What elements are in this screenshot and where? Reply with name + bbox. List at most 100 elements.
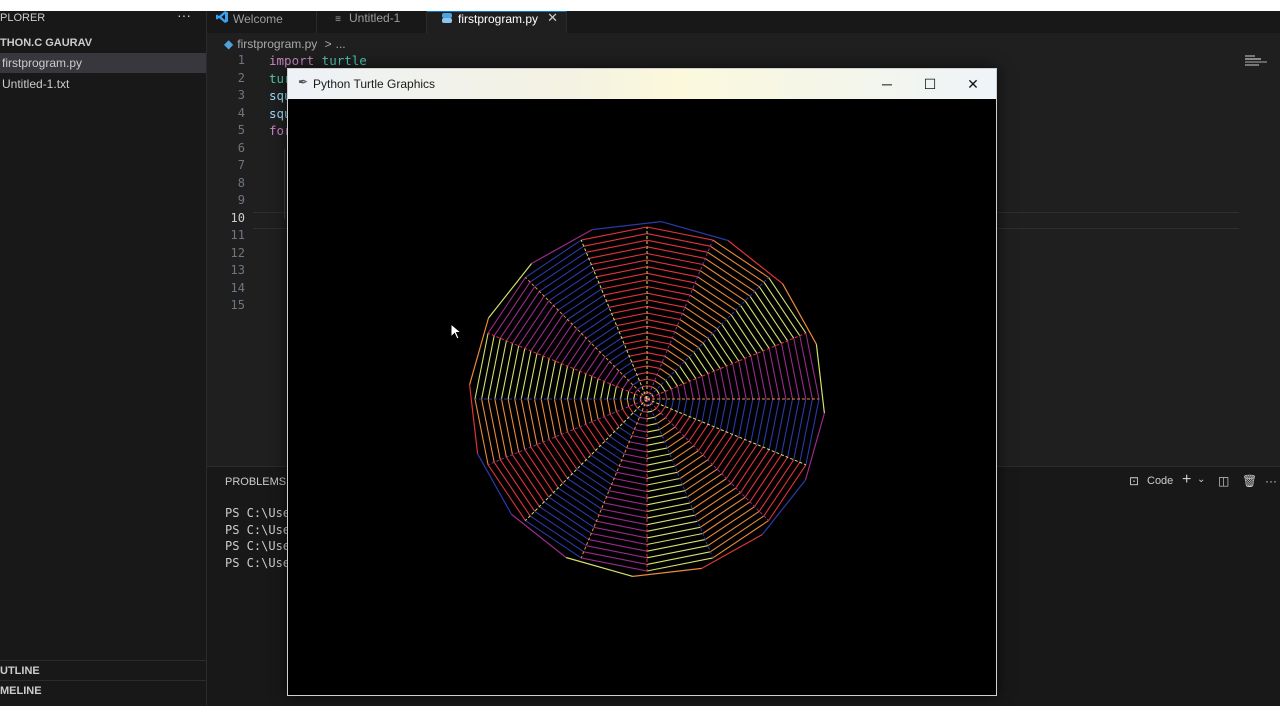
turtle-stroke (702, 429, 721, 456)
tab-welcome[interactable]: Welcome (207, 11, 317, 33)
turtle-radial-stroke (525, 277, 648, 400)
turtle-stroke (591, 421, 606, 442)
turtle-stroke (787, 398, 800, 458)
turtle-stroke (646, 557, 713, 572)
turtle-stroke (613, 477, 648, 486)
turtle-outline-stroke (469, 317, 490, 385)
turtle-stroke (623, 421, 635, 431)
chevron-down-icon[interactable]: ⌄ (1197, 474, 1205, 485)
turtle-stroke (658, 398, 661, 405)
turtle-stroke (709, 515, 765, 553)
timeline-section[interactable]: MELINE (0, 680, 206, 701)
turtle-stroke (669, 411, 679, 423)
turtle-canvas[interactable] (290, 100, 992, 691)
ellipsis-icon[interactable]: ··· (177, 11, 191, 22)
trash-icon[interactable]: 🗑 (1242, 474, 1257, 488)
turtle-stroke (606, 292, 648, 302)
line-number: 11 (230, 228, 245, 242)
breadcrumb-rest[interactable]: ... (336, 37, 346, 51)
turtle-stroke (725, 365, 734, 400)
turtle-stroke (699, 496, 746, 528)
turtle-radial-stroke (646, 398, 769, 521)
vscode-window: PLORER ··· THON.C GAURAV firstprogram.py… (0, 11, 1280, 706)
turtle-stroke (536, 314, 564, 354)
tab-firstprogram[interactable]: firstprogram.py ✕ (427, 11, 567, 33)
turtle-stroke (658, 393, 661, 400)
turtle-stroke (646, 502, 691, 513)
turtle-stroke (581, 226, 648, 241)
explorer-sidebar: PLORER ··· THON.C GAURAV firstprogram.py… (0, 11, 207, 706)
turtle-stroke (586, 398, 593, 422)
turtle-stroke (626, 447, 648, 453)
turtle-stroke (763, 281, 801, 337)
minimap[interactable] (1245, 54, 1275, 68)
turtle-outline-stroke (511, 513, 567, 558)
turtle-stroke (659, 367, 671, 377)
turtle-stroke (646, 465, 675, 473)
close-icon[interactable]: ✕ (547, 11, 558, 25)
explorer-title: PLORER (0, 12, 46, 24)
breadcrumb-file[interactable]: firstprogram.py (237, 37, 317, 51)
turtle-stroke (622, 379, 629, 390)
turtle-stroke (613, 355, 630, 367)
turtle-stroke (655, 403, 660, 409)
maximize-icon[interactable]: ☐ (915, 73, 945, 95)
code-line-1[interactable]: import turtle (269, 52, 367, 69)
file-item-firstprogram[interactable]: firstprogram.py (0, 53, 206, 73)
turtle-stroke (611, 305, 648, 314)
turtle-stroke (474, 398, 489, 465)
turtle-stroke (493, 461, 531, 517)
turtle-stroke (585, 423, 601, 447)
turtle-titlebar[interactable]: ✒ Python Turtle Graphics ─ ☐ ✕ (288, 69, 996, 99)
line-number: 8 (237, 175, 245, 190)
turtle-stroke (707, 398, 714, 425)
turtle-stroke (768, 464, 807, 521)
turtle-stroke (646, 410, 653, 413)
ellipsis-icon[interactable]: ··· (1265, 474, 1277, 488)
turtle-stroke (654, 380, 662, 386)
turtle-stroke (518, 451, 550, 498)
turtle-stroke (651, 386, 657, 391)
turtle-stroke (533, 398, 544, 443)
turtle-stroke (585, 319, 615, 339)
outline-section[interactable]: UTLINE (0, 660, 206, 681)
turtle-stroke (629, 441, 648, 446)
minimize-icon[interactable]: ─ (872, 73, 902, 95)
panel-tab-problems[interactable]: PROBLEMS (225, 476, 286, 488)
add-terminal-icon[interactable]: + (1182, 471, 1191, 489)
tab-untitled[interactable]: ≡ Untitled-1 (317, 11, 427, 33)
file-item-untitled[interactable]: Untitled-1.txt (0, 74, 206, 94)
turtle-stroke (740, 305, 770, 349)
turtle-stroke (548, 270, 595, 302)
turtle-stroke (701, 376, 708, 400)
turtle-stroke (682, 312, 713, 334)
turtle-stroke (609, 413, 620, 428)
line-number: 3 (237, 88, 245, 102)
turtle-radial-stroke (646, 277, 769, 400)
turtle-stroke (654, 412, 662, 418)
turtle-stroke (624, 453, 648, 460)
terminal-name[interactable]: Code (1147, 475, 1173, 487)
turtle-stroke (651, 407, 657, 412)
turtle-stroke (637, 407, 643, 412)
turtle-stroke (588, 246, 648, 259)
workspace-folder[interactable]: THON.C GAURAV (0, 37, 92, 49)
turtle-graphics-window[interactable]: ✒ Python Turtle Graphics ─ ☐ ✕ (287, 68, 997, 696)
close-icon[interactable]: ✕ (958, 73, 988, 95)
turtle-stroke (627, 417, 638, 424)
turtle-stroke (530, 446, 559, 489)
turtle-stroke (660, 384, 666, 392)
turtle-stroke (749, 295, 782, 344)
turtle-stroke (591, 532, 648, 546)
turtle-stroke (580, 398, 587, 425)
split-terminal-icon[interactable]: ◫ (1218, 474, 1229, 488)
turtle-stroke (633, 393, 636, 400)
turtle-stroke (626, 345, 648, 351)
turtle-stroke (579, 347, 596, 372)
terminal-icon[interactable]: ⊡ (1129, 474, 1139, 488)
line-number: 13 (230, 263, 245, 277)
turtle-stroke (560, 333, 582, 364)
turtle-stroke (674, 413, 685, 428)
turtle-stroke (603, 502, 648, 513)
turtle-stroke (671, 337, 695, 353)
